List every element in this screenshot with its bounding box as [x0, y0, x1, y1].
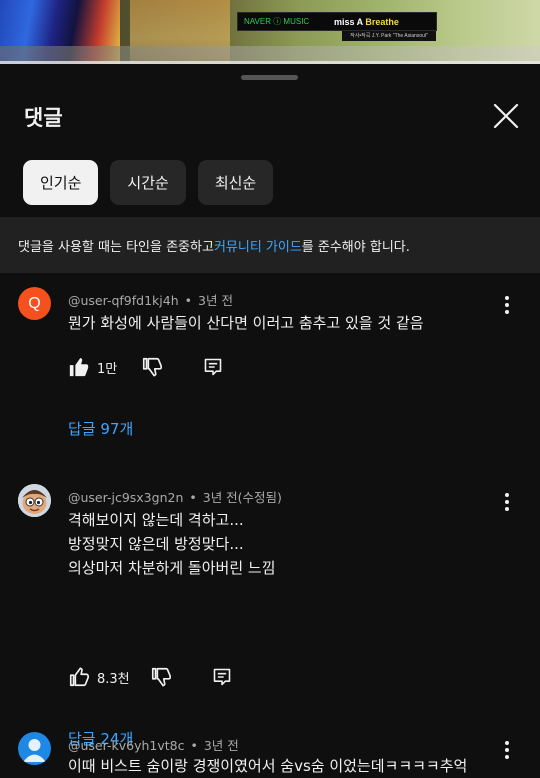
close-icon — [493, 103, 519, 129]
banner-song: miss A Breathe — [334, 17, 399, 27]
comment-line: 뭔가 화성에 사람들이 산다면 이러고 춤추고 있을 것 같음 — [68, 314, 424, 332]
more-vertical-icon — [505, 741, 509, 759]
more-options-button[interactable] — [497, 490, 517, 514]
close-button[interactable] — [490, 100, 522, 132]
banner-credits: 작사•작곡 J.Y. Park "The Asiansoul" — [342, 31, 436, 41]
more-vertical-icon — [505, 296, 509, 314]
banner-brand: NAVER ⓘ MUSIC — [244, 17, 310, 26]
thumbs-up-filled-icon — [69, 357, 89, 377]
dislike-button[interactable] — [150, 666, 172, 688]
comment-text: 격해보이지 않는데 격하고... 방정맞지 않은데 방정맞다... 의상마저 차… — [68, 508, 276, 580]
more-vertical-icon — [505, 493, 509, 511]
comments-sheet: 댓글 인기순 시간순 최신순 댓글을 사용할 때는 타인을 존중하고 커뮤니티 … — [0, 64, 540, 777]
comment-line: 방정맞지 않은데 방정맞다... — [68, 535, 244, 553]
chip-popular[interactable]: 인기순 — [23, 160, 99, 205]
comment-text: 이때 비스트 숨이랑 경쟁이였어서 숨vs숨 이었는데ㅋㅋㅋㅋ추억 — [68, 754, 467, 778]
comment-actions: 1만 — [68, 355, 223, 379]
dislike-button[interactable] — [141, 356, 163, 378]
comment-author[interactable]: @user-kv6yh1vt8c — [68, 738, 184, 753]
community-guidelines-link[interactable]: 커뮤니티 가이드 — [214, 236, 302, 255]
banner-artist: miss A — [334, 16, 366, 27]
more-options-button[interactable] — [497, 293, 517, 317]
more-options-button[interactable] — [497, 738, 517, 762]
comment-meta: @user-jc9sx3gn2n • 3년 전(수정됨) — [68, 490, 282, 505]
comment-line: 격해보이지 않는데 격하고... — [68, 511, 244, 529]
drag-handle[interactable] — [241, 75, 298, 80]
like-button[interactable]: 1만 — [68, 356, 117, 378]
thumbs-down-icon — [143, 357, 163, 377]
sheet-title: 댓글 — [24, 106, 63, 130]
reply-button[interactable] — [212, 667, 232, 687]
banner-song-title: Breathe — [365, 16, 399, 27]
comment-text: 뭔가 화성에 사람들이 산다면 이러고 춤추고 있을 것 같음 — [68, 311, 424, 335]
comment-time: 3년 전 — [198, 293, 233, 308]
reply-button[interactable] — [203, 357, 223, 377]
comment-actions: 8.3천 — [68, 665, 232, 689]
comment-line: 의상마저 차분하게 돌아버린 느낌 — [68, 559, 276, 577]
thumbs-up-icon — [69, 667, 89, 687]
avatar-letter: Q — [28, 294, 41, 312]
replies-link[interactable]: 답글 97개 — [68, 418, 133, 439]
comment-author[interactable]: @user-qf9fd1kj4h — [68, 293, 179, 308]
comment-line: 이때 비스트 숨이랑 경쟁이였어서 숨vs숨 이었는데ㅋㅋㅋㅋ추억 — [68, 757, 468, 775]
avatar[interactable]: Q — [18, 287, 51, 320]
video-player[interactable]: NAVER ⓘ MUSIC miss A Breathe 작사•작곡 J.Y. … — [0, 0, 540, 64]
reply-comment-icon — [213, 668, 230, 686]
like-count: 1만 — [97, 361, 118, 377]
avatar[interactable] — [18, 732, 51, 765]
cartoon-face-icon — [18, 484, 51, 517]
notice-text-after: 를 준수해야 합니다. — [301, 239, 410, 255]
chip-by-time[interactable]: 시간순 — [110, 160, 186, 205]
like-button[interactable]: 8.3천 — [68, 666, 130, 688]
community-notice: 댓글을 사용할 때는 타인을 존중하고 커뮤니티 가이드 를 준수해야 합니다. — [0, 217, 540, 273]
thumbs-down-icon — [151, 667, 171, 687]
notice-text-before: 댓글을 사용할 때는 타인을 존중하고 — [18, 239, 214, 255]
chip-newest[interactable]: 최신순 — [197, 160, 274, 205]
comment-time: 3년 전 — [203, 738, 239, 753]
reply-comment-icon — [204, 358, 222, 376]
comment-time: 3년 전(수정됨) — [202, 490, 282, 505]
comment-author[interactable]: @user-jc9sx3gn2n — [68, 490, 183, 505]
music-banner: NAVER ⓘ MUSIC miss A Breathe — [237, 12, 437, 31]
avatar[interactable] — [18, 484, 51, 517]
like-count: 8.3천 — [97, 671, 130, 687]
sort-chips: 인기순 시간순 최신순 — [23, 160, 274, 205]
default-person-icon — [23, 739, 46, 762]
comment-meta: @user-kv6yh1vt8c • 3년 전 — [68, 738, 239, 753]
comment-meta: @user-qf9fd1kj4h • 3년 전 — [68, 293, 233, 308]
